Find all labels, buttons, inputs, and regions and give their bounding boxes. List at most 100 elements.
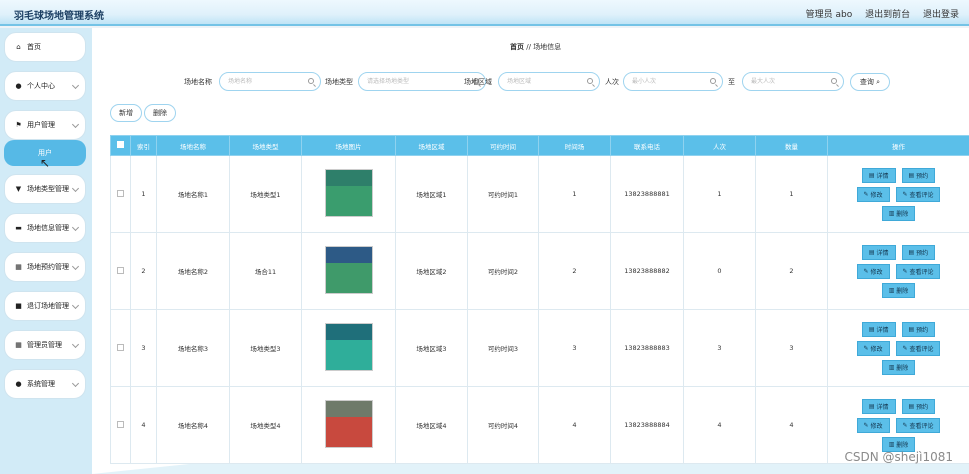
type-filter-placeholder: 请选择场地类型 [367,78,410,85]
batch-delete-button[interactable]: 删除 [144,104,176,122]
name-filter-input[interactable]: 场地名称 [219,72,321,91]
sidebar-item-label: 管理员管理 [27,341,62,349]
pencil-icon: ✎ [863,421,869,429]
edit-button-label: 修改 [870,422,883,430]
main-content: 首页 // 场地信息 场地名称 场地名称 场地类型 请选择场地类型 场地区域 场… [92,28,969,474]
venue-image-cell [301,155,396,233]
area-filter-label: 场地区域 [464,78,492,86]
table-row: 1 场地名称1 场地类型1 场地区域1 可约时间1 1 13823888881 1 1 ▤ 详情 ▤… [110,155,969,233]
detail-button[interactable]: ▤ 详情 [861,321,896,337]
person-icon: ● [15,380,22,388]
view-reviews-button[interactable]: ✎ 查看评论 [895,340,941,356]
view-reviews-button[interactable]: ✎ 查看评论 [895,263,941,279]
table-row: 4 场地名称4 场地类型4 场地区域4 可约时间4 4 13823888884 4 4 ▤ 详情 ▤… [110,386,969,464]
view-reviews-button-label: 查看评论 [909,422,934,430]
trash-icon: ▥ [888,440,895,448]
view-reviews-button-label: 查看评论 [909,191,934,199]
view-reviews-button[interactable]: ✎ 查看评论 [895,417,941,433]
min-people-input[interactable]: 最小人次 [623,72,723,91]
exit-to-front-link[interactable]: 退出到前台 [865,10,910,20]
cell-name: 场地名称2 [156,232,230,310]
grid-icon: ▦ [15,341,22,349]
reserve-button[interactable]: ▤ 预约 [901,398,936,414]
area-filter-input[interactable]: 场地区域 [498,72,600,91]
search-button-label: 查询 [859,78,874,86]
search-button[interactable]: 查询 ⌕ [850,73,890,91]
cell-type: 场地类型4 [229,386,302,464]
edit-button-label: 修改 [870,191,883,199]
app-title: 羽毛球场地管理系统 [14,11,104,22]
select-all-checkbox[interactable] [117,141,124,148]
max-people-input[interactable]: 最大人次 [742,72,844,91]
venue-image-cell [301,232,396,310]
column-header: 索引 [130,135,157,156]
reserve-button[interactable]: ▤ 预约 [901,244,936,260]
cell-area: 场地区域3 [395,309,468,387]
row-checkbox[interactable] [117,420,124,428]
row-checkbox[interactable] [117,189,124,197]
cell-qty: 4 [755,386,828,464]
edit-button[interactable]: ✎ 修改 [856,263,890,279]
sidebar-item[interactable]: ⚑ 用户管理 [4,110,86,140]
user-icon: ● [15,82,22,90]
detail-button[interactable]: ▤ 详情 [861,244,896,260]
grid-icon: ▦ [15,263,22,271]
delete-button[interactable]: ▥ 删除 [881,282,916,298]
sidebar-item[interactable]: ▼ 场地类型管理 [4,174,86,204]
operations-cell: ▤ 详情 ▤ 预约 ✎ 修改 ✎ 查看评论 ▥ 删除 [827,155,969,233]
filter-bar: 场地名称 场地名称 场地类型 请选择场地类型 场地区域 场地区域 人次 最小人次… [92,72,969,92]
add-button[interactable]: 新增 [110,104,142,122]
breadcrumb-separator: // [526,43,531,51]
venue-image [324,400,373,448]
row-checkbox[interactable] [117,266,124,274]
logout-link[interactable]: 退出登录 [923,10,959,20]
edit-button-label: 修改 [870,268,883,276]
edit-button[interactable]: ✎ 修改 [856,417,890,433]
cell-area: 场地区域1 [395,155,468,233]
name-filter-label: 场地名称 [184,78,212,86]
area-filter-placeholder: 场地区域 [507,78,532,85]
search-icon [308,78,314,84]
detail-button[interactable]: ▤ 详情 [861,398,896,414]
cell-name: 场地名称4 [156,386,230,464]
sidebar-item[interactable]: ⌂ 首页 [4,32,86,62]
view-reviews-button[interactable]: ✎ 查看评论 [895,186,941,202]
reserve-button[interactable]: ▤ 预约 [901,167,936,183]
cell-type: 场地类型3 [229,309,302,387]
breadcrumb-home[interactable]: 首页 [510,43,524,51]
chevron-down-icon [71,340,80,349]
current-user-label: 管理员 abo [805,10,853,20]
delete-button[interactable]: ▥ 删除 [881,205,916,221]
detail-button[interactable]: ▤ 详情 [861,167,896,183]
delete-button-label: 删除 [896,287,909,295]
delete-button-label: 删除 [896,364,909,372]
select-all-header[interactable] [110,135,131,156]
cell-name: 场地名称3 [156,309,230,387]
row-checkbox[interactable] [117,343,124,351]
chevron-down-icon [71,262,80,271]
sidebar-item-label: 个人中心 [27,82,55,90]
delete-button[interactable]: ▥ 删除 [881,359,916,375]
sidebar-item[interactable]: ▦ 场地预约管理 [4,252,86,282]
sidebar-item-label: 场地信息管理 [27,224,69,232]
doc-icon: ▤ [868,325,875,333]
sidebar-item[interactable]: ● 个人中心 [4,71,86,101]
trash-icon: ▥ [888,209,895,217]
type-filter-label: 场地类型 [325,78,353,86]
sidebar-item[interactable]: ● 系统管理 [4,369,86,399]
edit-button-label: 修改 [870,345,883,353]
row-select-cell [110,386,131,464]
cell-time: 可约时间2 [467,232,539,310]
sidebar-item[interactable]: ■ 退订场地管理 [4,291,86,321]
breadcrumb: 首页 // 场地信息 [510,42,561,52]
edit-button[interactable]: ✎ 修改 [856,340,890,356]
edit-button[interactable]: ✎ 修改 [856,186,890,202]
detail-button-label: 详情 [876,249,889,257]
reserve-button[interactable]: ▤ 预约 [901,321,936,337]
doc-icon: ▤ [868,248,875,256]
sidebar-item[interactable]: ▬ 场地信息管理 [4,213,86,243]
sidebar-item[interactable]: ▦ 管理员管理 [4,330,86,360]
detail-button-label: 详情 [876,403,889,411]
pencil-icon: ✎ [902,267,908,275]
view-reviews-button-label: 查看评论 [909,345,934,353]
